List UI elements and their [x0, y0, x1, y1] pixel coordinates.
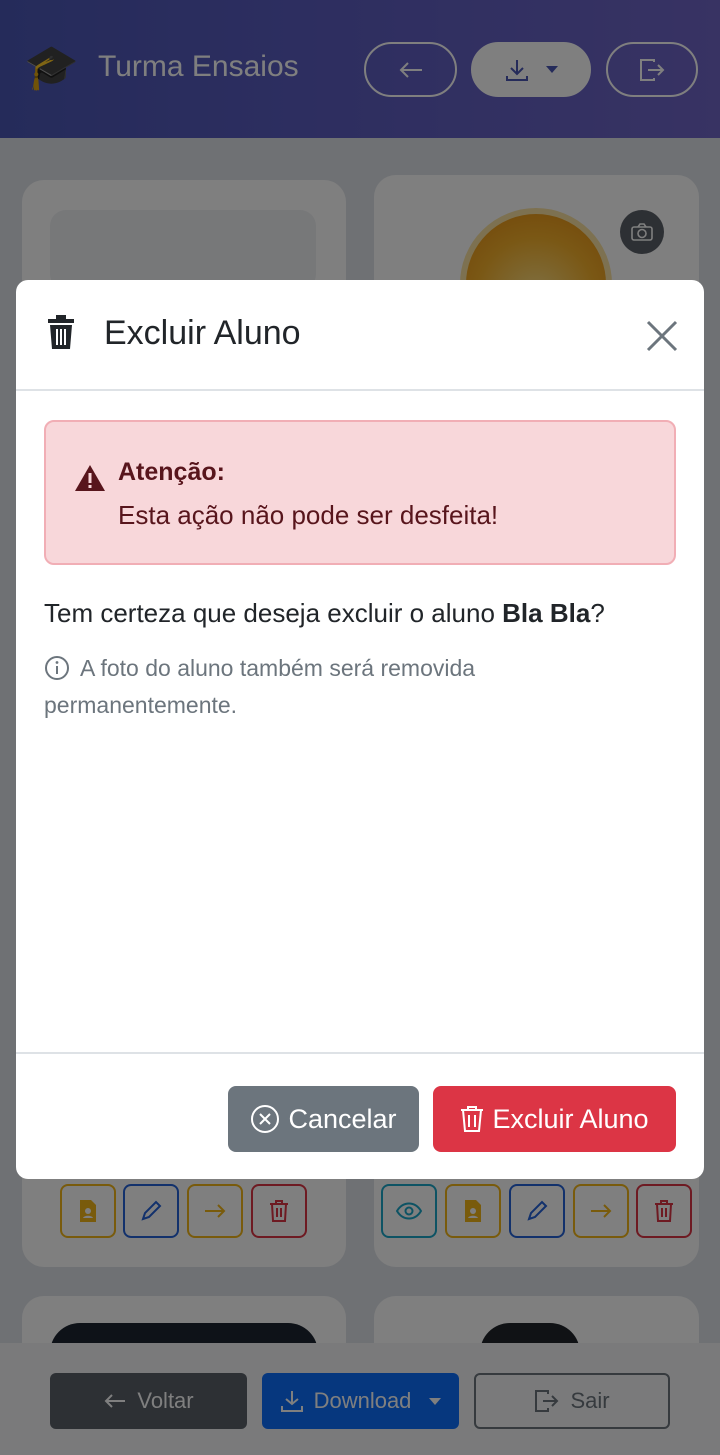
alert-title: Atenção: [118, 458, 225, 486]
warning-triangle-icon [75, 465, 105, 491]
student-name: Bla Bla [502, 598, 591, 628]
confirmation-question: Tem certeza que deseja excluir o aluno B… [44, 598, 605, 629]
delete-label: Excluir Aluno [492, 1103, 649, 1134]
modal-title: Excluir Aluno [104, 314, 301, 352]
cancel-label: Cancelar [288, 1103, 397, 1134]
close-icon [646, 320, 678, 352]
info-note: A foto do aluno também será removida per… [44, 650, 644, 724]
info-text: A foto do aluno também será removida per… [44, 655, 476, 718]
info-circle-icon [45, 655, 69, 680]
warning-alert: Atenção: Esta ação não pode ser desfeita… [44, 420, 676, 565]
x-circle-icon [251, 1105, 280, 1133]
question-prefix: Tem certeza que deseja excluir o aluno [44, 598, 503, 628]
delete-student-modal: Excluir Aluno Atenção: Esta ação não pod… [16, 280, 704, 1179]
trash-icon [48, 315, 74, 349]
modal-footer: Cancelar Excluir Aluno [16, 1052, 704, 1179]
question-suffix: ? [590, 598, 605, 628]
alert-text: Esta ação não pode ser desfeita! [118, 500, 499, 530]
confirm-delete-button[interactable]: Excluir Aluno [433, 1086, 676, 1152]
close-button[interactable] [642, 316, 682, 356]
modal-header: Excluir Aluno [16, 280, 704, 391]
trash-icon [461, 1106, 484, 1132]
cancel-button[interactable]: Cancelar [228, 1086, 419, 1152]
